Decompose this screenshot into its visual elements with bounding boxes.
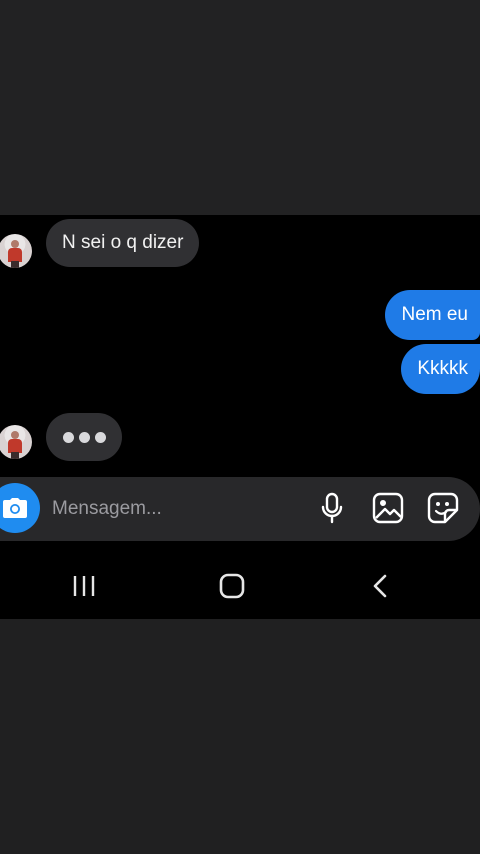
microphone-icon — [321, 492, 343, 524]
sticker-icon — [427, 492, 459, 524]
home-icon — [219, 573, 245, 599]
message-bubble-outgoing[interactable]: Nem eu — [385, 290, 480, 340]
camera-icon — [3, 498, 27, 518]
typing-indicator — [46, 413, 122, 461]
top-letterbox — [0, 0, 480, 215]
message-bubble-incoming[interactable]: N sei o q dizer — [46, 219, 200, 267]
back-icon — [373, 574, 387, 598]
recent-apps-icon — [73, 576, 95, 596]
typing-dot — [62, 431, 74, 443]
microphone-button[interactable] — [315, 490, 349, 526]
typing-dot — [94, 431, 106, 443]
bottom-letterbox — [0, 619, 480, 854]
sticker-button[interactable] — [426, 490, 460, 526]
typing-dot — [78, 431, 90, 443]
gallery-button[interactable] — [371, 490, 405, 526]
gallery-icon — [372, 492, 404, 524]
home-button[interactable] — [212, 570, 252, 602]
message-input[interactable] — [52, 496, 302, 522]
recent-apps-button[interactable] — [64, 570, 104, 602]
back-button[interactable] — [360, 570, 400, 602]
message-bubble-outgoing[interactable]: Kkkkk — [401, 344, 480, 394]
